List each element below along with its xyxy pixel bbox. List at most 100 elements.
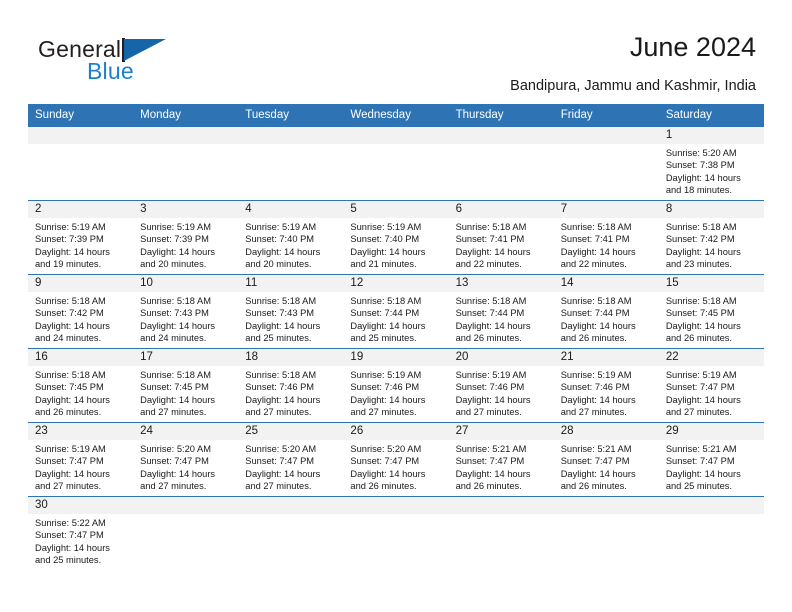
logo-text-blue: Blue (87, 58, 134, 84)
sunset-text: Sunset: 7:47 PM (350, 456, 420, 467)
daylight-text-line2: and 27 minutes. (560, 407, 627, 418)
sunset-text: Sunset: 7:45 PM (140, 382, 209, 393)
daylight-text-line1: Daylight: 14 hours (665, 172, 741, 183)
day-number: 22 (658, 349, 764, 366)
daylight-text-line1: Daylight: 14 hours (455, 320, 531, 331)
calendar-day-cell[interactable] (343, 126, 449, 201)
sunset-text: Sunset: 7:43 PM (245, 308, 315, 319)
sunrise-text: Sunrise: 5:21 AM (455, 444, 527, 454)
day-number: 2 (28, 201, 134, 218)
sunset-text: Sunset: 7:40 PM (245, 234, 315, 245)
calendar-day-cell[interactable]: 14 Sunrise: 5:18 AM Sunset: 7:44 PM Dayligh… (553, 274, 659, 349)
daylight-text-line2: and 25 minutes. (35, 555, 102, 566)
calendar-day-cell[interactable]: 25 Sunrise: 5:20 AM Sunset: 7:47 PM Dayligh… (238, 422, 344, 497)
calendar-day-cell[interactable]: 5 Sunrise: 5:19 AM Sunset: 7:40 PM Daylight… (343, 200, 449, 275)
calendar-day-cell[interactable]: 3 Sunrise: 5:19 AM Sunset: 7:39 PM Daylight… (133, 200, 239, 275)
general-blue-logo[interactable]: General Blue (38, 36, 218, 88)
sunrise-text: Sunrise: 5:20 AM (350, 444, 422, 454)
daylight-text-line1: Daylight: 14 hours (140, 320, 216, 331)
calendar-day-cell[interactable]: 27 Sunrise: 5:21 AM Sunset: 7:47 PM Dayligh… (448, 422, 554, 497)
sunrise-text: Sunrise: 5:18 AM (665, 222, 737, 232)
weekday-header-friday: Friday (553, 104, 659, 127)
sunrise-text: Sunrise: 5:18 AM (560, 296, 632, 306)
sunrise-text: Sunrise: 5:21 AM (560, 444, 632, 454)
day-number: 17 (133, 349, 239, 366)
calendar-day-cell[interactable]: 15 Sunrise: 5:18 AM Sunset: 7:45 PM Dayligh… (658, 274, 764, 349)
calendar-day-cell[interactable]: 24 Sunrise: 5:20 AM Sunset: 7:47 PM Dayligh… (133, 422, 239, 497)
daylight-text-line2: and 26 minutes. (455, 333, 522, 344)
daylight-text-line1: Daylight: 14 hours (35, 394, 110, 405)
calendar-day-cell[interactable]: 6 Sunrise: 5:18 AM Sunset: 7:41 PM Daylight… (448, 200, 554, 275)
calendar-day-cell[interactable]: 26 Sunrise: 5:20 AM Sunset: 7:47 PM Dayligh… (343, 422, 449, 497)
calendar-day-cell[interactable]: 21 Sunrise: 5:19 AM Sunset: 7:46 PM Dayligh… (553, 348, 659, 423)
calendar-day-cell[interactable]: 13 Sunrise: 5:18 AM Sunset: 7:44 PM Dayligh… (448, 274, 554, 349)
sunrise-text: Sunrise: 5:18 AM (455, 296, 527, 306)
calendar-day-cell[interactable]: 29 Sunrise: 5:21 AM Sunset: 7:47 PM Dayligh… (658, 422, 764, 497)
calendar-day-cell[interactable]: 28 Sunrise: 5:21 AM Sunset: 7:47 PM Dayligh… (553, 422, 659, 497)
calendar-day-cell[interactable]: 4 Sunrise: 5:19 AM Sunset: 7:40 PM Daylight… (238, 200, 344, 275)
calendar-day-cell[interactable]: 20 Sunrise: 5:19 AM Sunset: 7:46 PM Dayligh… (448, 348, 554, 423)
sunset-text: Sunset: 7:46 PM (245, 382, 315, 393)
page-subtitle-location: Bandipura, Jammu and Kashmir, India (510, 78, 756, 94)
daylight-text-line2: and 26 minutes. (350, 481, 417, 492)
sunset-text: Sunset: 7:45 PM (665, 308, 735, 319)
day-number (28, 127, 134, 144)
calendar-day-cell[interactable] (658, 496, 764, 572)
sunrise-sunset-calendar-table: Sunday Monday Tuesday Wednesday Thursday… (28, 104, 764, 572)
day-number (448, 497, 554, 514)
daylight-text-line2: and 27 minutes. (245, 481, 312, 492)
page-header: General Blue June 2024 Bandipura, Jammu … (0, 0, 792, 100)
day-number: 27 (448, 423, 554, 440)
calendar-day-cell[interactable]: 12 Sunrise: 5:18 AM Sunset: 7:44 PM Dayligh… (343, 274, 449, 349)
daylight-text-line2: and 23 minutes. (665, 259, 732, 270)
calendar-day-cell[interactable]: 30 Sunrise: 5:22 AM Sunset: 7:47 PM Dayligh… (28, 496, 134, 572)
day-number (658, 497, 764, 514)
calendar-day-cell[interactable]: 1 Sunrise: 5:20 AM Sunset: 7:38 PM Daylight… (658, 126, 764, 201)
calendar-day-cell[interactable] (238, 126, 344, 201)
day-number: 12 (343, 275, 449, 292)
calendar-day-cell[interactable] (343, 496, 449, 572)
calendar-day-cell[interactable]: 16 Sunrise: 5:18 AM Sunset: 7:45 PM Dayligh… (28, 348, 134, 423)
calendar-week-row: 2 Sunrise: 5:19 AM Sunset: 7:39 PM Daylight… (28, 200, 764, 275)
calendar-day-cell[interactable]: 11 Sunrise: 5:18 AM Sunset: 7:43 PM Dayligh… (238, 274, 344, 349)
sunset-text: Sunset: 7:47 PM (560, 456, 630, 467)
calendar-day-cell[interactable]: 22 Sunrise: 5:19 AM Sunset: 7:47 PM Dayligh… (658, 348, 764, 423)
day-number (553, 497, 659, 514)
weekday-header-monday: Monday (133, 104, 239, 127)
calendar-day-cell[interactable]: 19 Sunrise: 5:19 AM Sunset: 7:46 PM Dayligh… (343, 348, 449, 423)
daylight-text-line2: and 26 minutes. (665, 333, 732, 344)
calendar-day-cell[interactable]: 10 Sunrise: 5:18 AM Sunset: 7:43 PM Dayligh… (133, 274, 239, 349)
day-number: 4 (238, 201, 344, 218)
calendar-day-cell[interactable] (133, 126, 239, 201)
sunset-text: Sunset: 7:47 PM (35, 456, 104, 467)
daylight-text-line1: Daylight: 14 hours (665, 394, 741, 405)
daylight-text-line2: and 26 minutes. (560, 333, 627, 344)
calendar-day-cell[interactable] (133, 496, 239, 572)
sunset-text: Sunset: 7:47 PM (455, 456, 525, 467)
calendar-day-cell[interactable]: 23 Sunrise: 5:19 AM Sunset: 7:47 PM Dayligh… (28, 422, 134, 497)
calendar-day-cell[interactable]: 17 Sunrise: 5:18 AM Sunset: 7:45 PM Dayligh… (133, 348, 239, 423)
day-number (343, 127, 449, 144)
calendar-day-cell[interactable]: 9 Sunrise: 5:18 AM Sunset: 7:42 PM Daylight… (28, 274, 134, 349)
calendar-day-cell[interactable] (28, 126, 134, 201)
calendar-day-cell[interactable]: 2 Sunrise: 5:19 AM Sunset: 7:39 PM Daylight… (28, 200, 134, 275)
calendar-day-cell[interactable] (448, 496, 554, 572)
daylight-text-line1: Daylight: 14 hours (35, 542, 110, 553)
calendar-day-cell[interactable]: 18 Sunrise: 5:18 AM Sunset: 7:46 PM Dayligh… (238, 348, 344, 423)
day-number (238, 127, 344, 144)
daylight-text-line1: Daylight: 14 hours (140, 468, 216, 479)
calendar-day-cell[interactable] (448, 126, 554, 201)
day-number: 16 (28, 349, 134, 366)
daylight-text-line2: and 26 minutes. (35, 407, 102, 418)
calendar-day-cell[interactable]: 7 Sunrise: 5:18 AM Sunset: 7:41 PM Daylight… (553, 200, 659, 275)
daylight-text-line2: and 27 minutes. (350, 407, 417, 418)
calendar-day-cell[interactable]: 8 Sunrise: 5:18 AM Sunset: 7:42 PM Daylight… (658, 200, 764, 275)
sunrise-text: Sunrise: 5:22 AM (35, 518, 106, 528)
calendar-day-cell[interactable] (553, 496, 659, 572)
calendar-day-cell[interactable] (553, 126, 659, 201)
sunrise-text: Sunrise: 5:19 AM (350, 370, 422, 380)
sunrise-text: Sunrise: 5:19 AM (560, 370, 632, 380)
daylight-text-line1: Daylight: 14 hours (245, 394, 321, 405)
calendar-day-cell[interactable] (238, 496, 344, 572)
daylight-text-line1: Daylight: 14 hours (560, 394, 636, 405)
